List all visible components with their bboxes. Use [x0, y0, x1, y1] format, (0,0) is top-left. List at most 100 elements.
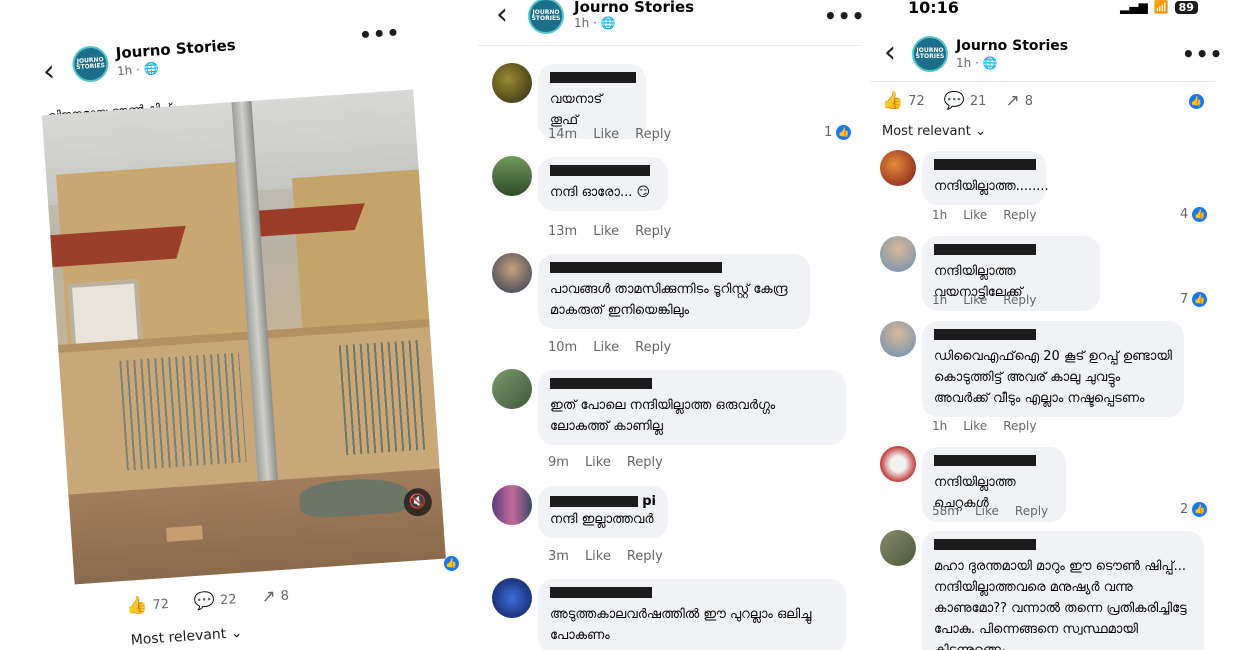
like-reaction-icon: 👍	[1192, 292, 1208, 307]
comment-time: 58m	[932, 504, 959, 518]
like-link[interactable]: Like	[593, 340, 619, 355]
share-icon[interactable]: ↗	[1005, 91, 1019, 111]
reply-link[interactable]: Reply	[1003, 293, 1036, 307]
back-chevron-icon[interactable]: ‹	[42, 54, 56, 90]
comment-text: വയനാട് തൂഫ്	[550, 92, 603, 128]
reply-link[interactable]: Reply	[627, 549, 663, 564]
sort-dropdown[interactable]: Most relevant ⌄	[130, 625, 243, 649]
comment-icon[interactable]: 💬	[944, 91, 965, 111]
commenter-avatar[interactable]	[492, 253, 532, 293]
commenter-avatar[interactable]	[492, 63, 532, 103]
globe-icon: 🌐	[143, 61, 160, 77]
page-avatar[interactable]: JOURNO STORIES	[528, 0, 564, 34]
more-options-icon[interactable]: •••	[1182, 42, 1223, 66]
comment-actions: 58m Like Reply	[932, 504, 1048, 518]
comment-time: 10m	[548, 340, 578, 355]
like-count: 72	[152, 596, 170, 613]
comment-bubble: പാവങ്ങൾ താമസിക്കുന്നിടം ടൂറിസ്റ്റ് കേന്ദ…	[538, 254, 810, 329]
redacted-name	[934, 455, 1036, 466]
header-divider	[478, 45, 862, 46]
share-count: 8	[280, 588, 290, 604]
comment-time: 3m	[548, 549, 569, 564]
thumbs-up-icon[interactable]: 👍	[882, 91, 903, 111]
page-name[interactable]: Journo Stories	[574, 0, 694, 16]
signal-icon: ▂▄▆	[1120, 0, 1148, 14]
redacted-name	[934, 329, 1036, 340]
commenter-avatar[interactable]	[880, 236, 916, 272]
comment-reactions[interactable]: 4 👍	[1180, 207, 1208, 222]
reply-link[interactable]: Reply	[1003, 208, 1036, 222]
reply-link[interactable]: Reply	[635, 127, 671, 142]
comment-bubble: ഡിവൈഎഫ്ഐ 20 കൂട് ഉറപ്പ് ഉണ്ടായി കൊടുത്തി…	[922, 321, 1184, 417]
reply-link[interactable]: Reply	[635, 340, 671, 355]
post-time: 1h · 🌐	[574, 16, 616, 30]
page-name[interactable]: Journo Stories	[956, 38, 1068, 54]
comment-actions: 14m Like Reply	[548, 127, 671, 142]
like-link[interactable]: Like	[585, 549, 611, 564]
redacted-name	[550, 378, 652, 389]
page-name[interactable]: Journo Stories	[115, 36, 236, 62]
page-avatar[interactable]: JOURNO STORIES	[71, 44, 110, 84]
like-reaction-icon: 👍	[1192, 502, 1208, 517]
comment-actions: 10m Like Reply	[548, 340, 671, 355]
like-link[interactable]: Like	[585, 455, 611, 470]
like-link[interactable]: Like	[963, 293, 987, 307]
commenter-avatar[interactable]	[492, 156, 532, 196]
comment-reactions[interactable]: 1 👍	[824, 125, 852, 140]
comment-reactions[interactable]: 2 👍	[1180, 502, 1208, 517]
reply-link[interactable]: Reply	[635, 224, 671, 239]
reply-link[interactable]: Reply	[627, 455, 663, 470]
share-icon[interactable]: ↗	[261, 586, 277, 607]
thumbs-up-icon[interactable]: 👍	[126, 595, 149, 616]
sort-dropdown[interactable]: Most relevant ⌄	[882, 124, 986, 139]
like-link[interactable]: Like	[593, 224, 619, 239]
comment-bubble: നന്ദിയില്ലാത്ത........	[922, 151, 1049, 205]
redacted-name	[934, 539, 1036, 550]
back-chevron-icon[interactable]: ‹	[496, 0, 508, 30]
like-link[interactable]: Like	[975, 504, 999, 518]
commenter-avatar[interactable]	[880, 530, 916, 566]
like-link[interactable]: Like	[963, 419, 987, 433]
post-stats: 👍 72 💬 21 ↗ 8	[882, 91, 1033, 111]
back-chevron-icon[interactable]: ‹	[884, 38, 896, 68]
commenter-avatar[interactable]	[492, 578, 532, 618]
page-avatar[interactable]: JOURNO STORIES	[912, 36, 948, 72]
like-reaction-icon: 👍	[444, 556, 459, 571]
more-options-icon[interactable]: •••	[824, 4, 862, 28]
commenter-avatar[interactable]	[880, 321, 916, 357]
comment-reactions[interactable]: 7 👍	[1180, 292, 1208, 307]
post-stats: 👍 72 💬 22 ↗ 8	[126, 586, 290, 616]
more-options-icon[interactable]: •••	[358, 20, 401, 47]
like-link[interactable]: Like	[963, 208, 987, 222]
redacted-name	[550, 165, 650, 176]
comment-time: 1h	[932, 293, 948, 307]
comment-actions: 13m Like Reply	[548, 224, 671, 239]
reply-link[interactable]: Reply	[1003, 419, 1036, 433]
redacted-name	[550, 496, 639, 507]
commenter-name-fragment[interactable]: pi	[642, 494, 656, 509]
comment-count: 22	[219, 591, 238, 608]
like-count: 72	[908, 93, 925, 109]
status-icons: ▂▄▆ 📶 89	[1120, 0, 1198, 14]
comment-bubble: pi നന്ദി ഇല്ലാത്തവർ	[538, 486, 668, 538]
globe-icon: 🌐	[600, 16, 616, 30]
like-reaction-icon: 👍	[836, 125, 852, 140]
reply-link[interactable]: Reply	[1015, 504, 1048, 518]
comment-bubble: അടുത്തകാലവർഷത്തിൽ ഈ പുറല്ലാം ഒലിച്ചു പോക…	[538, 579, 846, 650]
status-time: 10:16	[908, 0, 959, 17]
post-screenshot-panel: ‹ JOURNO STORIES Journo Stories 1h · 🌐 ••…	[0, 0, 470, 650]
comment-time: 1h	[932, 419, 948, 433]
commenter-avatar[interactable]	[492, 485, 532, 525]
commenter-avatar[interactable]	[492, 369, 532, 409]
like-link[interactable]: Like	[593, 127, 619, 142]
post-photo[interactable]: 🔇	[41, 89, 446, 585]
commenter-avatar[interactable]	[880, 446, 916, 482]
like-reaction-icon: 👍	[1189, 94, 1204, 109]
post-time: 1h · 🌐	[956, 56, 998, 70]
redacted-name	[934, 159, 1036, 170]
commenter-avatar[interactable]	[880, 150, 916, 186]
comment-icon[interactable]: 💬	[193, 591, 216, 612]
comment-bubble: നന്ദി ഓരോ... 😏	[538, 157, 668, 211]
comment-actions: 1h Like Reply	[932, 208, 1036, 222]
comment-count: 21	[969, 93, 987, 109]
